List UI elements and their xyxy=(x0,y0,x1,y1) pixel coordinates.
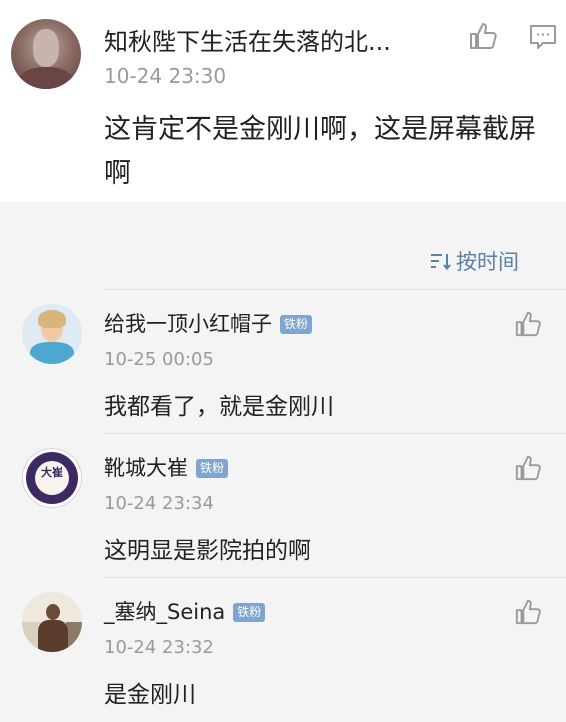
avatar-seal-text: 大崔 xyxy=(41,466,63,479)
comment-icon[interactable] xyxy=(528,23,558,51)
fan-badge: 铁粉 xyxy=(233,603,266,622)
reply-username-row: 靴城大崔 铁粉 xyxy=(104,452,229,482)
avatar-hair xyxy=(38,310,66,328)
timestamp: 10-24 23:32 xyxy=(104,637,214,658)
avatar[interactable] xyxy=(22,592,82,652)
timestamp: 10-25 00:05 xyxy=(104,349,214,370)
fan-badge: 铁粉 xyxy=(196,459,229,478)
timestamp: 10-24 23:30 xyxy=(104,64,227,88)
sort-label: 按时间 xyxy=(456,250,519,274)
comment-text: 这肯定不是金刚川啊，这是屏幕截屏啊 xyxy=(104,114,536,189)
fan-badge: 铁粉 xyxy=(280,315,313,334)
avatar-body xyxy=(30,342,74,364)
avatar-furniture xyxy=(66,622,82,652)
thumbs-up-icon[interactable] xyxy=(514,454,542,482)
avatar-body xyxy=(38,620,68,652)
reply-text: 是金刚川 xyxy=(104,682,196,708)
avatar-head xyxy=(46,604,60,620)
reply-text: 我都看了，就是金刚川 xyxy=(104,394,334,420)
thumbs-up-icon[interactable] xyxy=(514,598,542,626)
timestamp: 10-24 23:34 xyxy=(104,493,214,514)
avatar[interactable]: 大崔 xyxy=(22,448,82,508)
avatar-shoulders xyxy=(19,67,73,89)
avatar-face xyxy=(33,29,59,67)
thumbs-up-icon[interactable] xyxy=(468,21,498,51)
thumbs-up-icon[interactable] xyxy=(514,310,542,338)
main-comment: 知秋陛下生活在失落的北... 10-24 23:30 这肯定不是金刚川啊，这是屏… xyxy=(0,0,566,202)
reply-item: 大崔 靴城大崔 铁粉 10-24 23:34 这明显是影院拍的啊 xyxy=(0,434,566,578)
sort-icon xyxy=(431,254,451,270)
avatar[interactable] xyxy=(11,19,81,89)
reply-username-row: 给我一顶小红帽子 铁粉 xyxy=(104,308,313,338)
username[interactable]: 靴城大崔 xyxy=(104,456,188,480)
username[interactable]: 给我一顶小红帽子 xyxy=(104,312,272,336)
reply-text: 这明显是影院拍的啊 xyxy=(104,538,311,564)
reply-username-row: _塞纳_Seina 铁粉 xyxy=(104,596,266,626)
avatar[interactable] xyxy=(22,304,82,364)
reply-item: 给我一顶小红帽子 铁粉 10-25 00:05 我都看了，就是金刚川 xyxy=(0,290,566,434)
username[interactable]: _塞纳_Seina xyxy=(104,600,225,624)
username[interactable]: 知秋陛下生活在失落的北... xyxy=(104,22,391,57)
sort-by-time-button[interactable]: 按时间 xyxy=(430,246,519,276)
reply-item: _塞纳_Seina 铁粉 10-24 23:32 是金刚川 xyxy=(0,578,566,722)
